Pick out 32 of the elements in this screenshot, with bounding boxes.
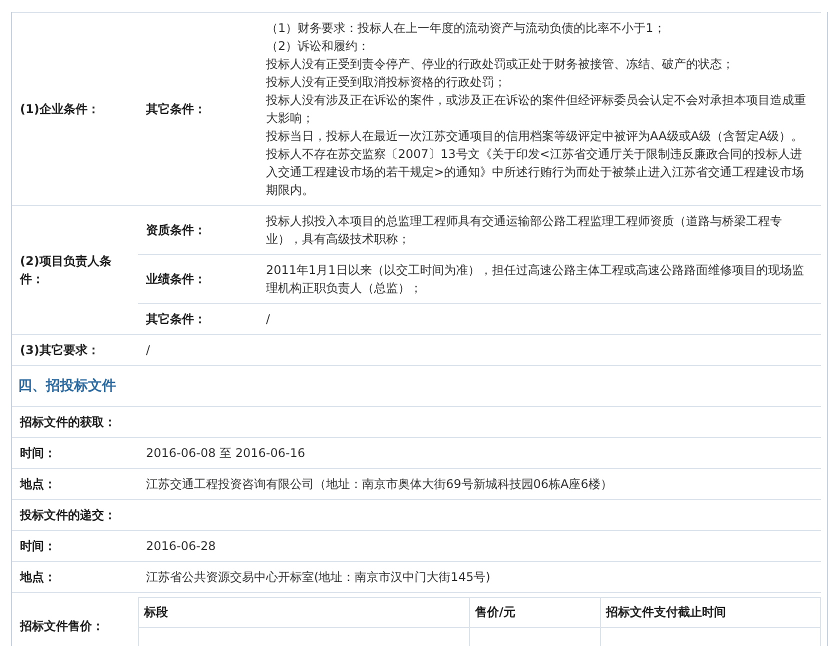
condition-text: 投标人拟投入本项目的总监理工程师具有交通运输部公路工程监理工程师资质（道路与桥梁工程专业），具有高级技术职称；: [266, 213, 783, 248]
field-value: 2016-06-28: [146, 538, 216, 555]
column-header: 招标文件支付截止时间: [600, 598, 820, 628]
field-label: 地点：: [20, 476, 56, 493]
requirement-label: (3)其它要求：: [20, 342, 100, 359]
condition-text: 投标当日，投标人在最近一次江苏交通项目的信用档案等级评定中被评为AA级或A级（含暂定A级）。投标人不存在苏交监察〔2007〕13号文《关于印发<江苏省交通厅关于限制违反廉政合同的投标人进入交通工程建设市场的若干规定>的通知》中所述行贿行为而处于被禁止进入江苏省交通工程建设市场期限内。: [266, 128, 806, 199]
condition-label: 业绩条件：: [146, 270, 206, 288]
condition-label: 其它条件：: [146, 310, 206, 328]
condition-text: 投标人没有正受到取消投标资格的行政处罚；: [266, 74, 507, 91]
field-label: 招标文件售价：: [20, 618, 104, 635]
requirement-label: (1)企业条件：: [20, 101, 100, 118]
condition-text: /: [266, 311, 272, 328]
condition-text: 2011年1月1日以来（以交工时间为准），担任过高速公路主体工程或高速公路路面维修项目的现场监理机构正职负责人（总监）；: [266, 262, 805, 297]
field-value: 江苏省公共资源交易中心开标室(地址：南京市汉中门大街145号): [146, 569, 490, 586]
field-label: 时间：: [20, 445, 56, 462]
group-label: 招标文件的获取：: [20, 414, 116, 431]
field-label: 地点：: [20, 569, 56, 586]
column-header: 售价/元: [470, 598, 600, 628]
column-header: 标段: [138, 598, 470, 628]
section-title: 四、招投标文件: [18, 377, 116, 395]
requirement-value: /: [146, 342, 150, 359]
requirement-label: (2)项目负责人条件：: [20, 253, 112, 288]
condition-text: 投标人没有正受到责令停产、停业的行政处罚或正处于财务被接管、冻结、破产的状态；: [266, 56, 735, 73]
condition-text: 投标人没有涉及正在诉讼的案件，或涉及正在诉讼的案件但经评标委员会认定不会对承担本项目造成重大影响；: [266, 92, 807, 127]
field-value: 2016-06-08 至 2016-06-16: [146, 445, 306, 462]
field-label: 时间：: [20, 538, 56, 555]
condition-label: 其它条件：: [146, 100, 206, 118]
field-value: 江苏交通工程投资咨询有限公司（地址：南京市奥体大街69号新城科技园06栋A座6楼）: [146, 476, 612, 493]
condition-text: （2）诉讼和履约：: [266, 38, 371, 55]
group-label: 投标文件的递交：: [20, 507, 116, 524]
condition-label: 资质条件：: [146, 222, 206, 238]
condition-text: （1）财务要求：投标人在上一年度的流动资产与流动负债的比率不小于1；: [266, 20, 666, 37]
